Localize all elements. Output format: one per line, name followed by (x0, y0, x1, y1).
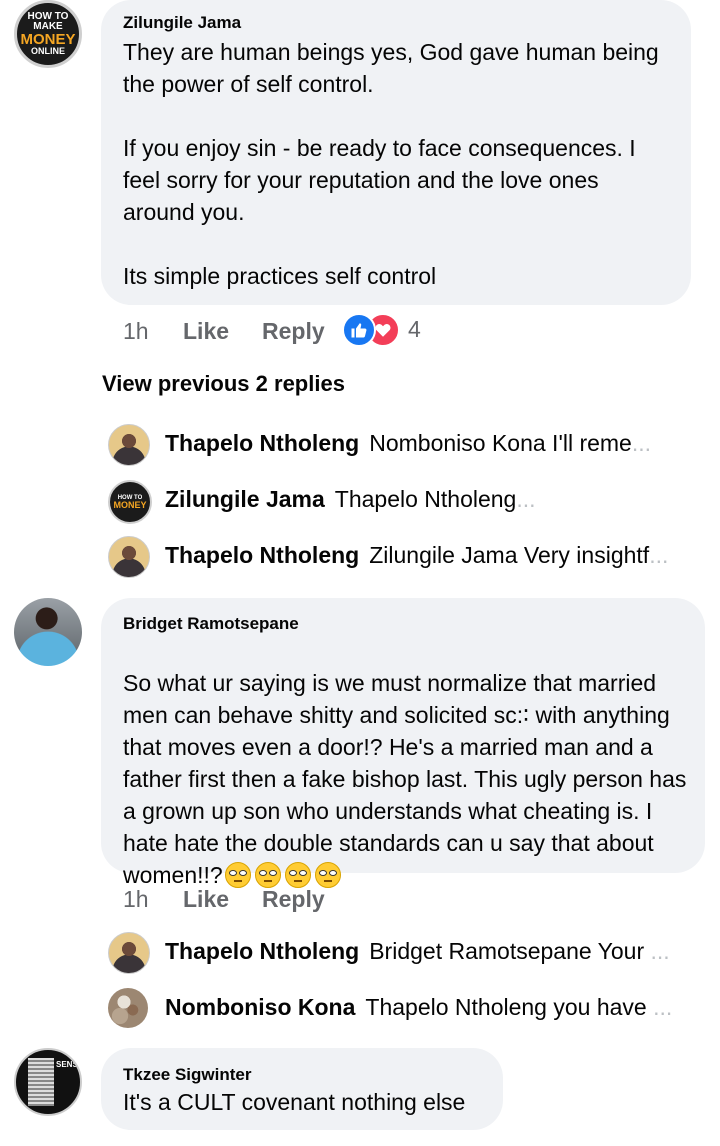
avatar-logo-text: MONEY (113, 499, 147, 510)
rolling-eyes-emoji-icon (254, 862, 281, 888)
reply-row[interactable]: HOW TO MONEY Zilungile Jama Thapelo Nthol… (108, 480, 708, 524)
reply-text: Bridget Ramotsepane Your (369, 938, 645, 964)
like-button[interactable]: Like (183, 886, 229, 913)
reply-text: Thapelo Ntholeng (334, 486, 517, 512)
comment-bubble[interactable]: Bridget Ramotsepane So what ur saying is… (101, 598, 705, 888)
view-previous-replies[interactable]: View previous 2 replies (102, 371, 345, 397)
rolling-eyes-emoji-icon (224, 862, 251, 888)
reply-button-label: Reply (262, 886, 325, 912)
comment-author[interactable]: Tkzee Sigwinter (123, 1065, 251, 1085)
ellipsis: ... (649, 542, 669, 568)
reply-button[interactable]: Reply (262, 318, 325, 345)
reply-button-label: Reply (262, 318, 325, 344)
reply-avatar[interactable] (108, 988, 148, 1028)
ellipsis: ... (650, 938, 670, 964)
comment-author[interactable]: Bridget Ramotsepane (123, 614, 299, 634)
comment-avatar-tkzee[interactable]: SENSE (14, 1048, 82, 1116)
reply-button[interactable]: Reply (262, 886, 325, 913)
reply-avatar[interactable] (108, 424, 150, 466)
like-button[interactable]: Like (183, 318, 229, 345)
ellipsis: ... (631, 430, 652, 456)
reply-line: Zilungile Jama Thapelo Ntholeng... (165, 486, 536, 513)
reply-text: Thapelo Ntholeng you have (365, 994, 647, 1020)
reply-text: Zilungile Jama Very insightf (369, 542, 650, 568)
reactions[interactable]: 4 (342, 312, 432, 348)
comment-avatar-zilungile[interactable]: HOW TO MAKE MONEY ONLINE (14, 0, 82, 68)
reply-author[interactable]: Thapelo Ntholeng (165, 542, 359, 568)
avatar-logo-text: SENSE (56, 1060, 82, 1069)
reply-author[interactable]: Thapelo Ntholeng (165, 430, 359, 456)
avatar-logo-text: ONLINE (30, 46, 65, 56)
reply-row[interactable]: Nomboniso Kona Thapelo Ntholeng you have … (108, 988, 708, 1030)
comment-text: So what ur saying is we must normalize t… (123, 635, 689, 891)
reply-row[interactable]: Thapelo Ntholeng Bridget Ramotsepane Your… (108, 932, 708, 974)
reply-avatar[interactable]: HOW TO MONEY (108, 480, 152, 524)
comment-text: It's a CULT covenant nothing else (123, 1089, 466, 1115)
reply-avatar[interactable] (108, 536, 150, 578)
comment-text-body: So what ur saying is we must normalize t… (123, 670, 687, 888)
reply-author[interactable]: Thapelo Ntholeng (165, 938, 359, 964)
comment-author[interactable]: Zilungile Jama (123, 13, 241, 33)
like-button-label: Like (183, 318, 230, 344)
rolling-eyes-emoji-icon (314, 862, 341, 888)
comment-bubble[interactable]: Tkzee Sigwinter It's a CULT covenant not… (101, 1048, 503, 1130)
avatar-document-graphic (28, 1058, 54, 1106)
comment-time[interactable]: 1h (123, 886, 149, 913)
avatar-logo-text: MONEY (20, 31, 76, 48)
ellipsis: ... (653, 994, 673, 1020)
comment-avatar-bridget[interactable] (14, 598, 82, 666)
like-button-label: Like (183, 886, 230, 912)
reply-avatar[interactable] (108, 932, 150, 974)
reply-author[interactable]: Zilungile Jama (165, 486, 325, 512)
reply-line: Nomboniso Kona Thapelo Ntholeng you have … (165, 994, 672, 1021)
reply-row[interactable]: Thapelo Ntholeng Nomboniso Kona I'll reme… (108, 424, 708, 466)
ellipsis: ... (516, 486, 536, 512)
reply-line: Thapelo Ntholeng Nomboniso Kona I'll reme… (165, 430, 651, 457)
reply-text: Nomboniso Kona I'll reme (369, 430, 632, 456)
reply-line: Thapelo Ntholeng Zilungile Jama Very insi… (165, 542, 668, 569)
comment-text: They are human beings yes, God gave huma… (123, 39, 659, 289)
reply-author[interactable]: Nomboniso Kona (165, 994, 355, 1020)
reaction-count: 4 (408, 316, 421, 342)
comment-time[interactable]: 1h (123, 318, 149, 345)
reply-line: Thapelo Ntholeng Bridget Ramotsepane Your… (165, 938, 670, 965)
like-icon (342, 313, 376, 347)
reply-row[interactable]: Thapelo Ntholeng Zilungile Jama Very insi… (108, 536, 708, 578)
rolling-eyes-emoji-icon (284, 862, 311, 888)
comment-bubble[interactable]: Zilungile Jama They are human beings yes… (101, 0, 691, 305)
